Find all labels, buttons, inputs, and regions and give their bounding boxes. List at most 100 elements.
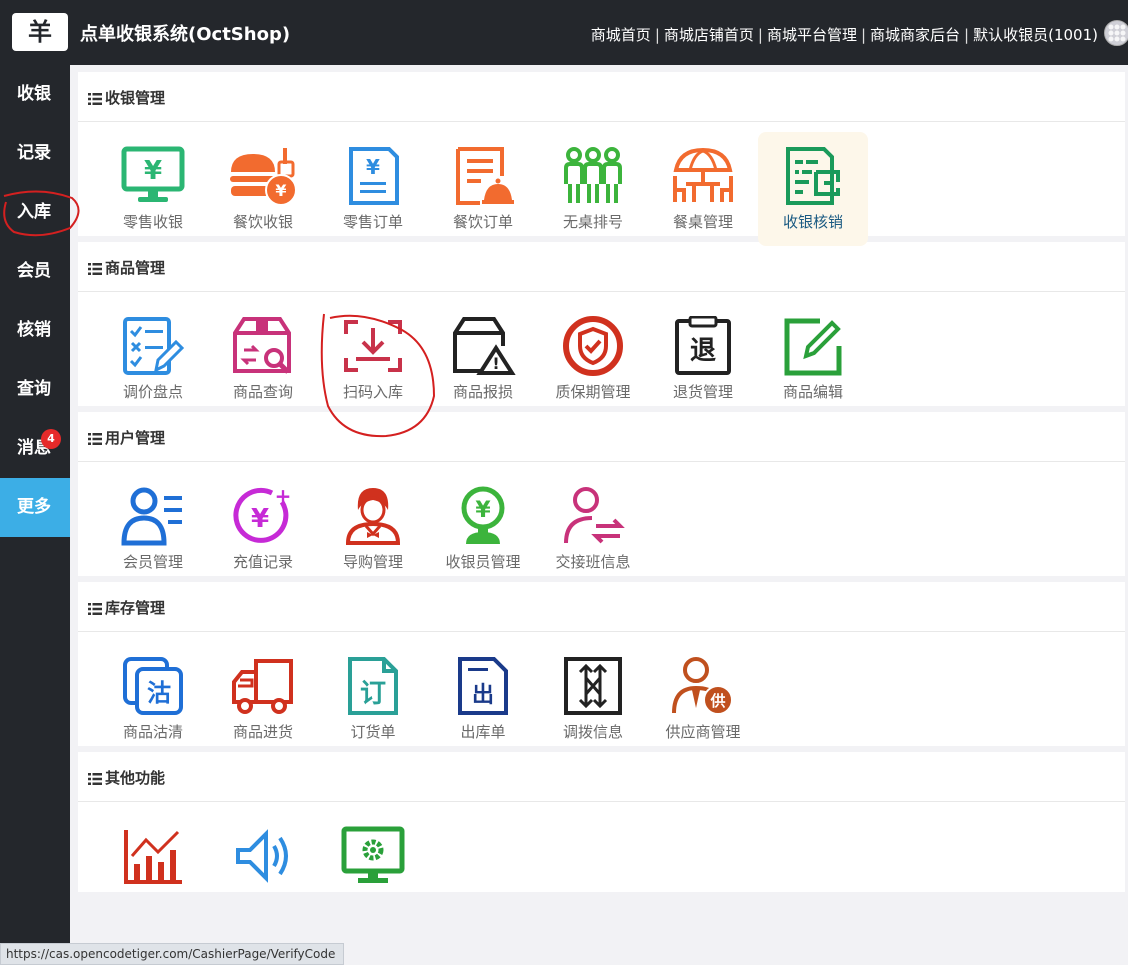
section-title: 收银管理 bbox=[105, 89, 166, 107]
shopping-guide-icon bbox=[345, 488, 401, 545]
tile-label: 会员管理 bbox=[122, 553, 183, 571]
member-list-icon bbox=[121, 487, 182, 546]
section-header: 用户管理 bbox=[78, 412, 1125, 462]
list-icon bbox=[88, 263, 102, 275]
avatar[interactable] bbox=[1104, 20, 1128, 46]
tile-grid bbox=[78, 802, 1125, 892]
tile-warranty-management[interactable]: 质保期管理 bbox=[538, 302, 648, 416]
sidebar-item-label: 入库 bbox=[17, 202, 51, 222]
sold-out-icon: 沽 bbox=[123, 657, 183, 715]
sidebar-item-verify[interactable]: 核销 bbox=[0, 301, 70, 360]
tile-retail-orders[interactable]: ¥ 零售订单 bbox=[318, 132, 428, 246]
tile-sold-out[interactable]: 沽 商品沽清 bbox=[98, 642, 208, 756]
tile-grid: 会员管理 ¥ + 充值记录 导购管理 ¥ 收银员管理 交接班信息 bbox=[78, 462, 1125, 576]
speaker-icon bbox=[236, 829, 288, 883]
tile-label: 供应商管理 bbox=[665, 723, 741, 741]
section-title: 其他功能 bbox=[105, 769, 166, 787]
app-title: 点单收银系统(OctShop) bbox=[80, 24, 291, 45]
sidebar-item-messages[interactable]: 消息 4 bbox=[0, 419, 70, 478]
tile-label: 退货管理 bbox=[672, 383, 733, 401]
section-title: 库存管理 bbox=[105, 599, 166, 617]
sidebar-item-more[interactable]: 更多 bbox=[0, 478, 70, 537]
supplier-glyph: 供 bbox=[709, 692, 725, 710]
list-icon bbox=[88, 603, 102, 615]
tile-food-orders[interactable]: 餐饮订单 bbox=[428, 132, 538, 246]
link-store-home[interactable]: 商城店铺首页 bbox=[664, 26, 754, 44]
tile-cashier-verification[interactable]: 收银核销 bbox=[758, 132, 868, 246]
tile-supplier-management[interactable]: 供 供应商管理 bbox=[648, 642, 758, 756]
tile-product-purchase[interactable]: 商品进货 bbox=[208, 642, 318, 756]
tile-label: 质保期管理 bbox=[555, 383, 631, 401]
tile-product-query[interactable]: 商品查询 bbox=[208, 302, 318, 416]
tile-return-management[interactable]: 退 退货管理 bbox=[648, 302, 758, 416]
sidebar-item-cashier[interactable]: 收银 bbox=[0, 65, 70, 124]
list-icon bbox=[88, 93, 102, 105]
tile-label: 收银员管理 bbox=[445, 553, 521, 571]
settings-monitor-icon bbox=[341, 826, 405, 883]
tile-label: 订货单 bbox=[350, 723, 396, 741]
tile-statistics[interactable] bbox=[98, 812, 208, 892]
sidebar-item-label: 会员 bbox=[17, 261, 51, 281]
tile-shift-handover[interactable]: 交接班信息 bbox=[538, 472, 648, 586]
delivery-truck-icon bbox=[232, 659, 293, 714]
clipboard-return-icon: 退 bbox=[675, 316, 731, 375]
tile-retail-cashier[interactable]: ¥ 零售收银 bbox=[98, 132, 208, 246]
tile-outbound-order[interactable]: 出 出库单 bbox=[428, 642, 538, 756]
tile-label: 商品查询 bbox=[232, 383, 293, 401]
tile-system-settings[interactable] bbox=[318, 812, 428, 892]
logo[interactable]: 羊 bbox=[12, 13, 68, 51]
link-mall-home[interactable]: 商城首页 bbox=[591, 26, 651, 44]
nav-separator: | bbox=[757, 26, 763, 44]
order-glyph: 订 bbox=[360, 679, 386, 709]
tile-label: 出库单 bbox=[460, 723, 506, 741]
sidebar-item-inbound[interactable]: 入库 bbox=[0, 183, 70, 242]
tile-label: 商品进货 bbox=[232, 723, 293, 741]
current-cashier[interactable]: 默认收银员(1001) bbox=[973, 26, 1098, 44]
tile-product-damage[interactable]: ! 商品报损 bbox=[428, 302, 538, 416]
transfer-arrows-icon bbox=[564, 657, 622, 715]
edit-pencil-icon bbox=[784, 318, 842, 376]
sidebar-item-label: 记录 bbox=[17, 143, 51, 163]
tile-cashier-management[interactable]: ¥ 收银员管理 bbox=[428, 472, 538, 586]
tile-no-table-queue[interactable]: 无桌排号 bbox=[538, 132, 648, 246]
sidebar-item-members[interactable]: 会员 bbox=[0, 242, 70, 301]
tile-table-management[interactable]: 餐桌管理 bbox=[648, 132, 758, 246]
nav-separator: | bbox=[964, 26, 970, 44]
tile-product-edit[interactable]: 商品编辑 bbox=[758, 302, 868, 416]
sidebar: 收银 记录 入库 会员 核销 查询 消息 4 更多 bbox=[0, 65, 70, 963]
tile-purchase-order[interactable]: 订 订货单 bbox=[318, 642, 428, 756]
outbound-glyph: 出 bbox=[472, 683, 494, 708]
tile-label: 商品编辑 bbox=[782, 383, 843, 401]
box-warning-icon: ! bbox=[453, 317, 516, 375]
burger-yen-icon: ¥ bbox=[230, 148, 297, 206]
sidebar-item-label: 更多 bbox=[17, 497, 51, 517]
tile-label: 商品报损 bbox=[452, 383, 513, 401]
tile-scan-inbound[interactable]: 扫码入库 bbox=[318, 302, 428, 416]
document-yen-icon: ¥ bbox=[349, 147, 399, 205]
purchase-order-icon: 订 bbox=[348, 657, 398, 715]
tile-label: 无桌排号 bbox=[562, 213, 623, 231]
sidebar-item-records[interactable]: 记录 bbox=[0, 124, 70, 183]
tile-price-stocktake[interactable]: 调价盘点 bbox=[98, 302, 208, 416]
scan-verify-icon bbox=[786, 147, 840, 205]
tile-shopping-guide[interactable]: 导购管理 bbox=[318, 472, 428, 586]
link-merchant-backend[interactable]: 商城商家后台 bbox=[870, 26, 960, 44]
tile-recharge-records[interactable]: ¥ + 充值记录 bbox=[208, 472, 318, 586]
nav-separator: | bbox=[860, 26, 867, 44]
tile-label: 零售订单 bbox=[342, 213, 403, 231]
tile-member-management[interactable]: 会员管理 bbox=[98, 472, 208, 586]
sidebar-item-label: 查询 bbox=[17, 379, 51, 399]
tile-transfer-info[interactable]: 调拨信息 bbox=[538, 642, 648, 756]
checklist-pencil-icon bbox=[123, 317, 185, 375]
yen-glyph: ¥ bbox=[366, 155, 380, 179]
top-nav: 商城首页 | 商城店铺首页 | 商城平台管理 | 商城商家后台 | 默认收银员(1001) bbox=[591, 24, 1098, 45]
tile-voice-broadcast[interactable] bbox=[208, 812, 318, 892]
sidebar-item-label: 核销 bbox=[17, 320, 51, 340]
tile-label: 餐饮订单 bbox=[452, 213, 513, 231]
link-platform-admin[interactable]: 商城平台管理 bbox=[767, 26, 857, 44]
sidebar-item-query[interactable]: 查询 bbox=[0, 360, 70, 419]
tile-food-cashier[interactable]: ¥ 餐饮收银 bbox=[208, 132, 318, 246]
box-search-icon bbox=[233, 317, 291, 374]
monitor-yen-icon: ¥ bbox=[121, 146, 185, 202]
section-header: 收银管理 bbox=[78, 72, 1125, 122]
